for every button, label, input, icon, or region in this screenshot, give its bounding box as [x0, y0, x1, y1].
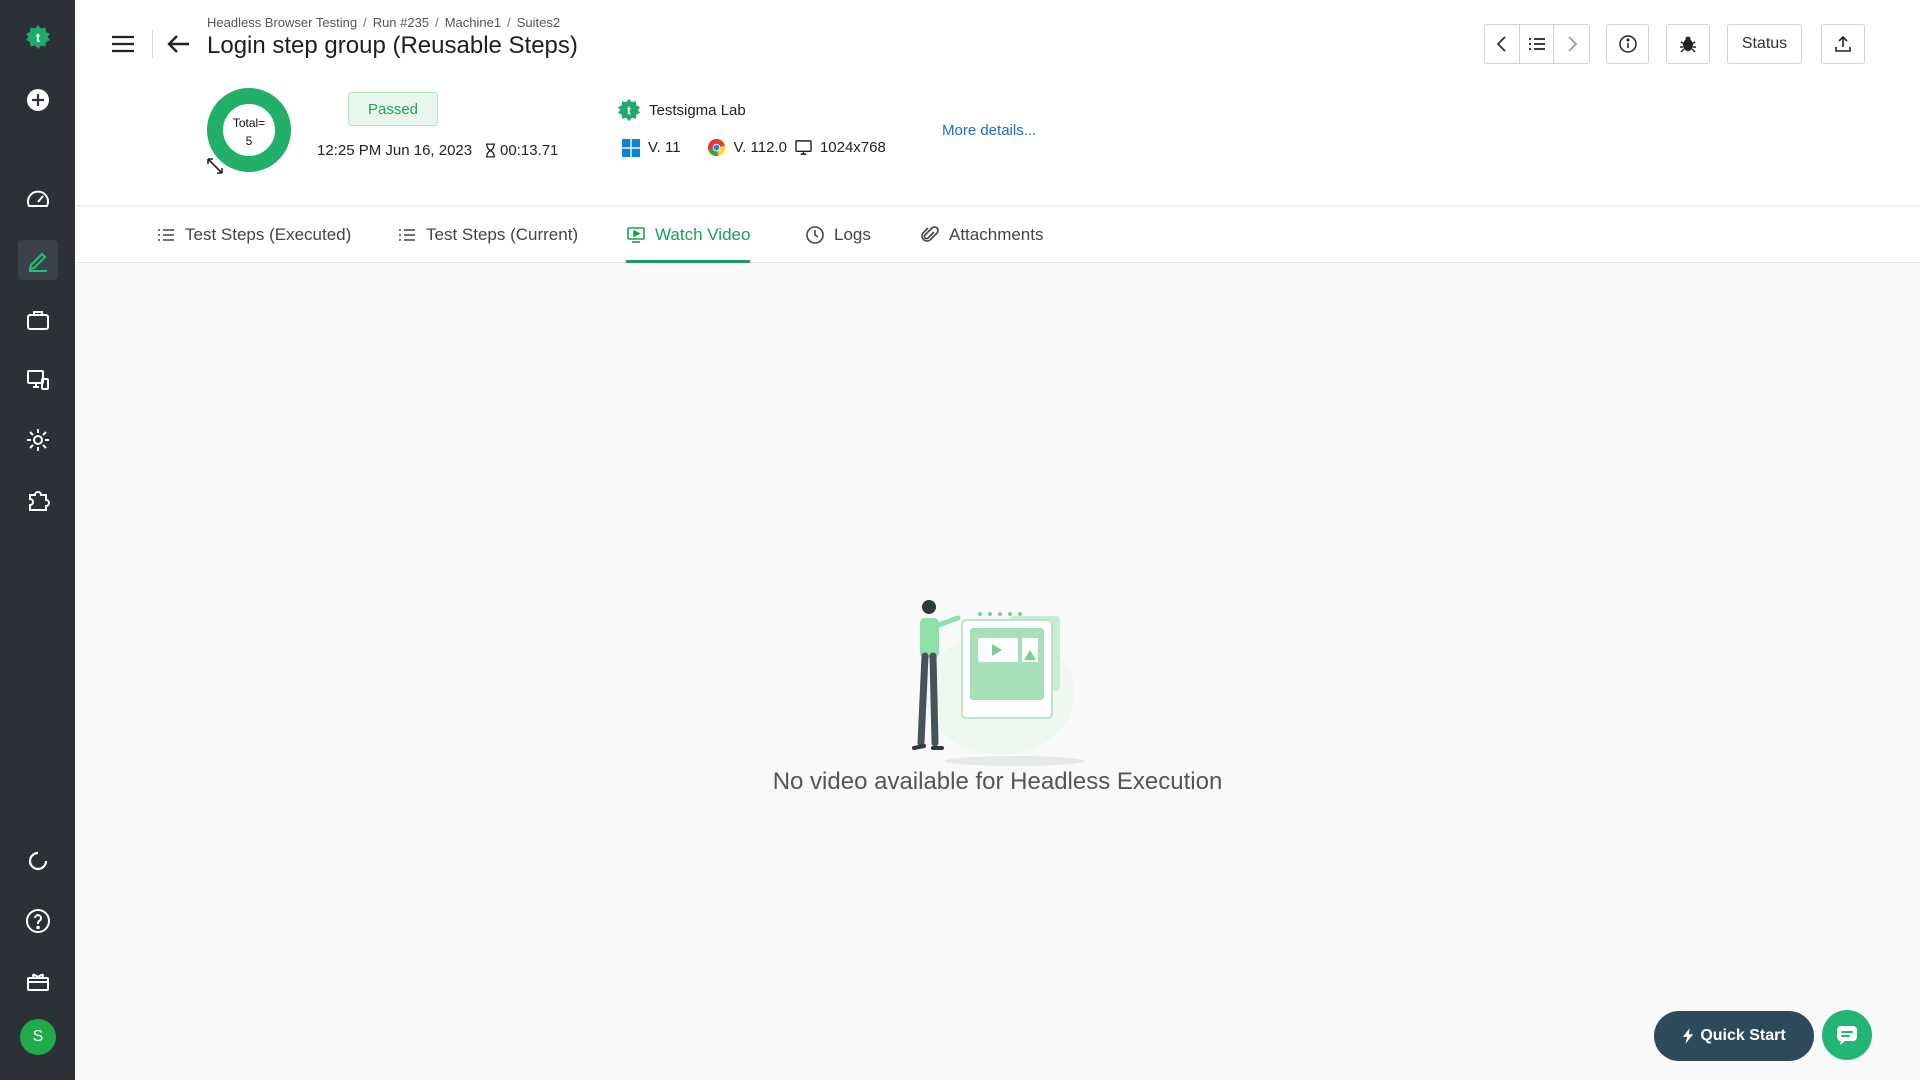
breadcrumb-item[interactable]: Headless Browser Testing	[207, 15, 357, 30]
next-chevron-icon[interactable]	[1554, 25, 1589, 63]
tab-label: Test Steps (Executed)	[185, 225, 352, 244]
upload-icon	[1835, 35, 1851, 52]
tab-label: Attachments	[949, 225, 1044, 244]
status-badge: Passed	[348, 92, 438, 126]
addons-puzzle-icon[interactable]	[18, 480, 58, 520]
lab-name: Testsigma Lab	[649, 101, 746, 119]
video-icon	[627, 227, 645, 243]
info-button[interactable]	[1606, 24, 1649, 64]
expand-arrows-icon[interactable]	[205, 156, 225, 176]
avatar-initial: S	[32, 1028, 44, 1045]
testsigma-logo-icon[interactable]: t	[18, 17, 58, 57]
windows-icon	[622, 138, 640, 157]
breadcrumb: Headless Browser Testing / Run #235/Machin…	[207, 15, 561, 30]
bug-icon	[1680, 36, 1696, 53]
monitor-icon	[795, 140, 812, 155]
add-circle-icon[interactable]	[18, 80, 58, 120]
svg-text:t: t	[627, 104, 631, 118]
tab-test-steps-executed[interactable]: Test Steps (Executed)	[156, 207, 351, 263]
hourglass-icon	[485, 143, 496, 158]
paperclip-icon	[921, 226, 939, 242]
chat-bubble-icon	[1837, 1026, 1857, 1045]
tab-test-steps-current[interactable]: Test Steps (Current)	[397, 207, 578, 263]
back-arrow-icon[interactable]	[165, 30, 193, 58]
list-icon	[158, 229, 174, 241]
gift-icon[interactable]	[18, 961, 58, 1001]
list-view-icon[interactable]	[1520, 25, 1555, 63]
step-navigation-group	[1484, 24, 1590, 64]
page-title: Login step group (Reusable Steps)	[207, 32, 578, 59]
user-avatar[interactable]: S	[20, 1019, 56, 1055]
screen-resolution: 1024x768	[819, 139, 886, 156]
menu-hamburger-icon[interactable]	[109, 30, 137, 58]
empty-state-message: No video available for Headless Executio…	[772, 768, 1223, 795]
os-version: V. 11	[648, 139, 681, 156]
result-tabs: Test Steps (Executed) Test Steps (Curren…	[75, 207, 1920, 263]
left-rail: t S	[0, 0, 75, 1080]
list-icon	[399, 229, 415, 241]
tab-label: Watch Video	[655, 225, 751, 244]
header-divider	[152, 30, 153, 58]
report-bug-button[interactable]	[1666, 24, 1710, 64]
test-development-pencil-icon[interactable]	[18, 240, 58, 280]
devices-icon[interactable]	[18, 360, 58, 400]
clock-icon	[806, 226, 824, 244]
dashboard-gauge-icon[interactable]	[18, 180, 58, 220]
svg-text:t: t	[36, 30, 41, 45]
sync-circle-icon[interactable]	[18, 841, 58, 881]
breadcrumb-item[interactable]: Suites2	[517, 15, 560, 30]
duration-value: 00:13.71	[500, 142, 559, 159]
chat-support-button[interactable]	[1822, 1010, 1872, 1060]
testsigma-lab-icon: t	[617, 98, 641, 122]
browser-version: V. 112.0	[733, 139, 787, 156]
execution-environment: V. 11 V. 112.0 1024x768	[622, 138, 886, 157]
execution-duration: 00:13.71	[485, 142, 558, 159]
quick-start-label: Quick Start	[1700, 1027, 1786, 1044]
video-panel: No video available for Headless Executio…	[75, 263, 1920, 1080]
status-button[interactable]: Status	[1727, 24, 1802, 64]
total-value: 5	[245, 134, 253, 148]
tab-attachments[interactable]: Attachments	[920, 207, 1044, 263]
execution-lab: t Testsigma Lab	[617, 98, 746, 122]
lightning-icon	[1683, 1028, 1694, 1044]
chrome-icon	[707, 138, 725, 157]
tab-label: Test Steps (Current)	[426, 225, 579, 244]
quick-start-button[interactable]: Quick Start	[1654, 1011, 1814, 1061]
help-question-icon[interactable]	[18, 901, 58, 941]
no-video-illustration	[912, 600, 1085, 766]
page-header: Headless Browser Testing / Run #235/Machin…	[75, 0, 1920, 206]
info-circle-icon	[1618, 35, 1637, 53]
total-count-label: Total= 5	[207, 114, 291, 150]
more-details-link[interactable]: More details...	[942, 122, 1036, 139]
settings-gear-icon[interactable]	[18, 420, 58, 460]
briefcase-icon[interactable]	[18, 300, 58, 340]
breadcrumb-item[interactable]: Machine1	[445, 15, 501, 30]
execution-datetime: 12:25 PM Jun 16, 2023	[317, 142, 473, 159]
tab-logs[interactable]: Logs	[805, 207, 871, 263]
previous-chevron-icon[interactable]	[1485, 25, 1520, 63]
tab-watch-video[interactable]: Watch Video	[626, 207, 751, 263]
total-label: Total=	[232, 116, 266, 130]
breadcrumb-item[interactable]: Run #235	[373, 15, 429, 30]
export-upload-button[interactable]	[1821, 24, 1865, 64]
tab-label: Logs	[834, 225, 871, 244]
